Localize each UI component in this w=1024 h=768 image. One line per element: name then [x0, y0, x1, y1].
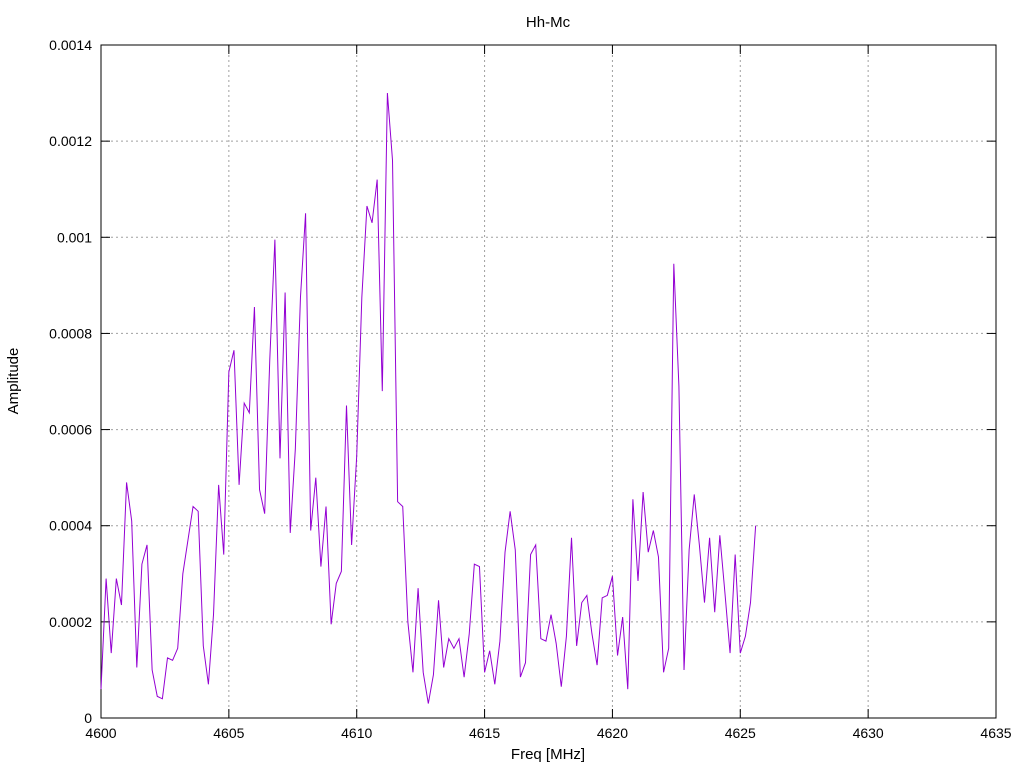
x-axis-label: Freq [MHz]	[511, 746, 585, 763]
x-tick-labels: 4600 4605 4610 4615 4620 4625 4630 4635	[85, 725, 1011, 741]
x-tick-label: 4600	[85, 725, 116, 741]
x-tick-label: 4620	[597, 725, 628, 741]
x-tick-label: 4615	[469, 725, 500, 741]
x-tick-label: 4610	[341, 725, 372, 741]
x-tick-label: 4605	[213, 725, 244, 741]
y-tick-label: 0	[84, 710, 92, 726]
y-tick-label: 0.0004	[49, 518, 92, 534]
chart: 4600 4605 4610 4615 4620 4625 4630 4635 0 0.0002…	[5, 14, 1012, 763]
y-tick-label: 0.0006	[49, 422, 92, 438]
x-tick-label: 4635	[980, 725, 1011, 741]
y-tick-label: 0.0014	[49, 37, 92, 53]
y-tick-label: 0.0008	[49, 325, 92, 341]
x-tick-label: 4625	[725, 725, 756, 741]
series	[100, 93, 757, 704]
y-tick-label: 0.0002	[49, 614, 92, 630]
series-line	[100, 93, 757, 704]
y-axis-label: Amplitude	[5, 348, 22, 415]
x-tick-label: 4630	[853, 725, 884, 741]
y-tick-label: 0.001	[57, 229, 92, 245]
y-tick-label: 0.0012	[49, 133, 92, 149]
y-tick-labels: 0 0.0002 0.0004 0.0006 0.0008 0.001 0.0012 0.00…	[49, 37, 92, 726]
chart-title: Hh-Mc	[526, 14, 571, 31]
